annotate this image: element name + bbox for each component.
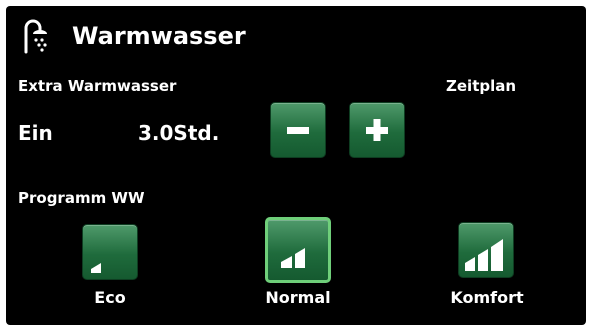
extra-hot-water-duration: 3.0Std. — [138, 121, 220, 145]
program-komfort-label: Komfort — [450, 288, 524, 307]
control-panel-screen: Warmwasser Extra Warmwasser Zeitplan Ein… — [6, 6, 586, 325]
page-title: Warmwasser — [72, 22, 246, 50]
program-label: Programm WW — [18, 189, 145, 207]
signal-3-bars-icon — [465, 239, 503, 271]
program-komfort-button[interactable] — [458, 222, 514, 278]
decrease-button[interactable] — [270, 102, 326, 158]
schedule-label[interactable]: Zeitplan — [446, 76, 516, 96]
program-normal-label: Normal — [265, 288, 331, 307]
minus-icon — [287, 127, 309, 134]
program-eco-button[interactable] — [82, 224, 138, 280]
program-normal-button[interactable] — [265, 217, 331, 283]
signal-1-bar-icon — [91, 263, 101, 273]
increase-button[interactable] — [349, 102, 405, 158]
extra-hot-water-state: Ein — [18, 121, 53, 145]
program-eco-label: Eco — [94, 288, 126, 307]
signal-2-bars-icon — [281, 248, 305, 268]
extra-hot-water-label: Extra Warmwasser — [18, 77, 177, 95]
plus-icon — [366, 119, 388, 141]
shower-icon — [24, 19, 47, 54]
